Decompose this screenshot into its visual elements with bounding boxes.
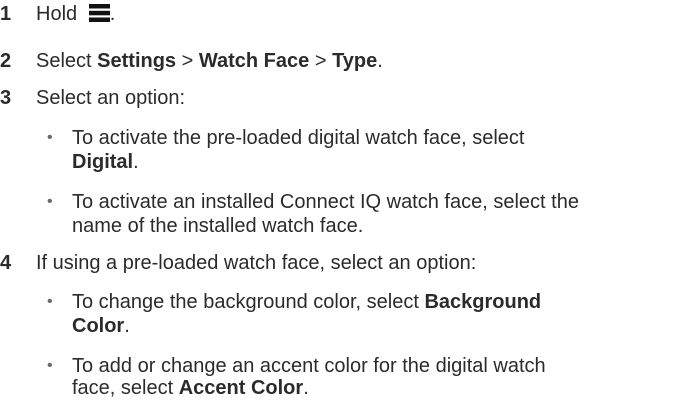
bullet-text-prefix: To change the background color, select <box>72 291 425 313</box>
bullet-period: . <box>124 315 130 337</box>
bullet-marker: • <box>47 193 53 210</box>
bullet-text: name of the installed watch face. <box>72 215 364 237</box>
step-2-period: . <box>377 50 383 72</box>
bullet-text: To activate an installed Connect IQ watc… <box>72 191 579 213</box>
bullet-text: Color. <box>72 314 130 338</box>
bullet-text: Digital. <box>72 150 139 174</box>
bullet-text: face, select Accent Color. <box>72 376 309 400</box>
menu-icon <box>88 4 110 22</box>
option-accent-color: Accent Color <box>178 377 304 399</box>
bullet-text: To activate the pre-loaded digital watch… <box>72 127 525 149</box>
option-digital: Digital <box>72 151 134 173</box>
step-1-period: . <box>109 3 116 25</box>
step-number: 2 <box>0 50 12 72</box>
menu-path-type: Type <box>332 50 378 72</box>
path-separator: > <box>176 50 199 72</box>
bullet-period: . <box>303 377 309 399</box>
bullet-marker: • <box>47 293 53 310</box>
step-text: If using a pre-loaded watch face, select… <box>36 252 477 274</box>
bullet-marker: • <box>47 357 53 374</box>
menu-path-watch-face: Watch Face <box>198 50 310 72</box>
option-background-color: Background <box>424 291 542 313</box>
step-1-text: Hold <box>36 3 83 25</box>
bullet-text: To add or change an accent color for the… <box>72 355 546 377</box>
bullet-text: To change the background color, select B… <box>72 290 541 314</box>
step-2-prefix: Select <box>36 50 98 72</box>
menu-path-settings: Settings <box>97 50 177 72</box>
bullet-text-prefix: face, select <box>72 377 179 399</box>
step-text: Select Settings > Watch Face > Type. <box>36 49 383 73</box>
path-separator: > <box>309 50 333 72</box>
bullet-period: . <box>133 151 139 173</box>
step-number: 1 <box>0 3 12 25</box>
option-background-color-cont: Color <box>72 315 125 337</box>
step-text: Select an option: <box>36 87 185 109</box>
step-number: 3 <box>0 87 12 109</box>
bullet-marker: • <box>47 129 53 146</box>
step-text: Hold . <box>36 2 115 26</box>
step-number: 4 <box>0 252 12 274</box>
instruction-document: 1 Hold . 2 Select Settings > Watch Face … <box>0 0 684 399</box>
